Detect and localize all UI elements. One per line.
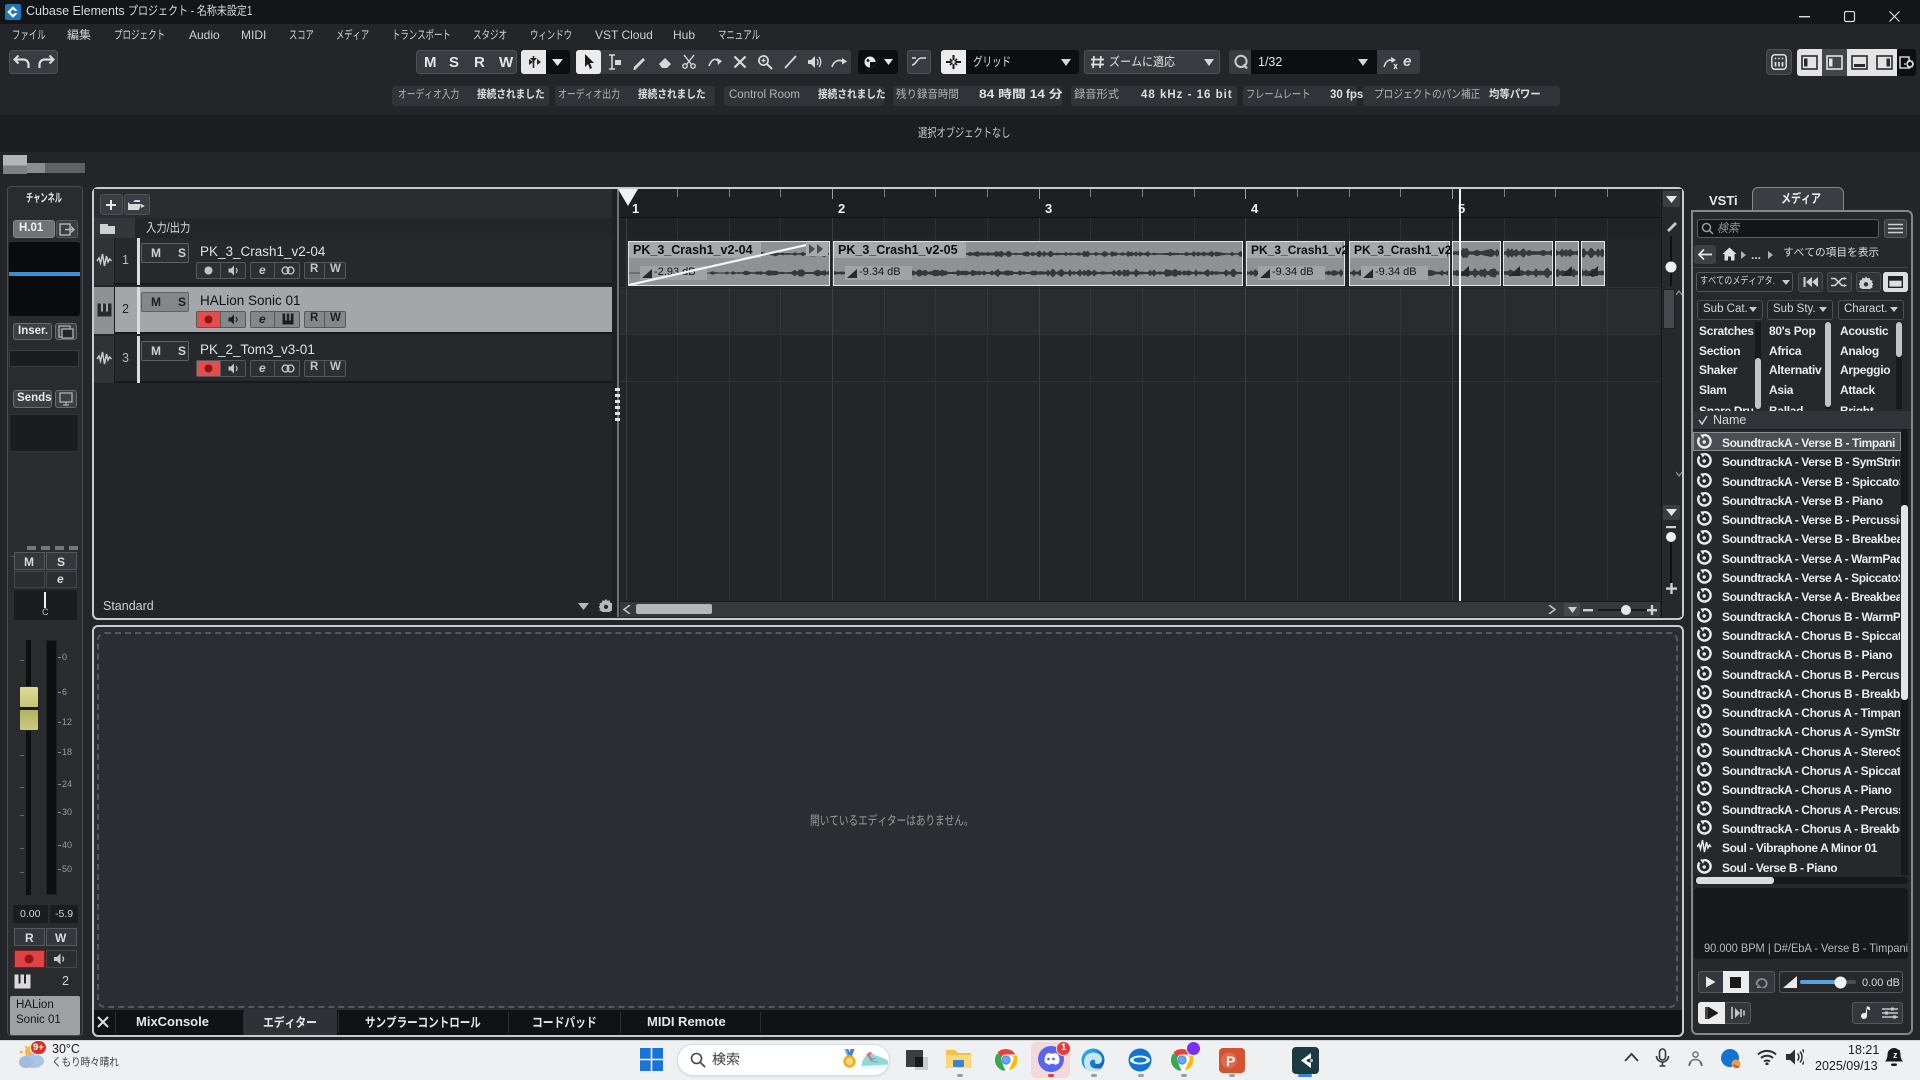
svg-text:z: z	[1897, 1049, 1901, 1056]
svg-text:P: P	[1226, 1053, 1235, 1069]
